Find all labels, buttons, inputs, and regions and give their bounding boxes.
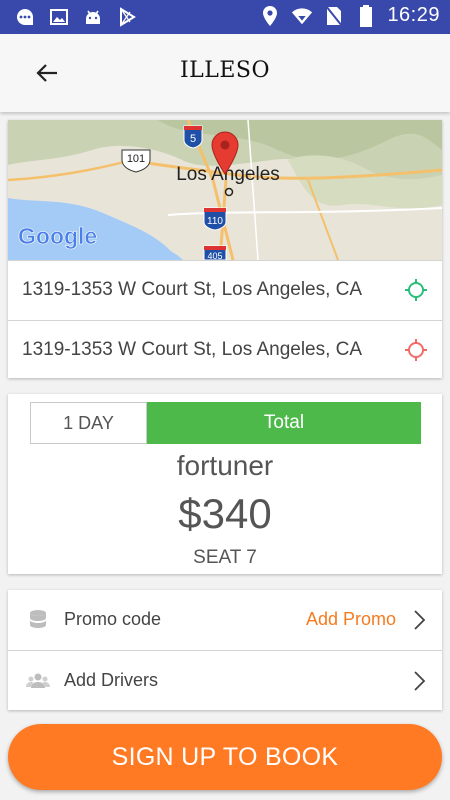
dropoff-location-row[interactable]: 1319-1353 W Court St, Los Angeles, CA [8,320,442,378]
battery-icon [355,4,377,27]
add-drivers-label: Add Drivers [64,670,159,690]
status-time: 16:29 [387,4,440,26]
add-promo-link[interactable]: Add Promo [306,609,396,630]
google-logo: Google [18,223,97,249]
chat-icon [14,6,36,28]
pickup-location-row[interactable]: 1319-1353 W Court St, Los Angeles, CA [8,260,442,318]
no-sim-icon [323,4,345,27]
dropoff-address: 1319-1353 W Court St, Los Angeles, CA [22,338,363,360]
highway-label-110: 110 [207,216,223,227]
map-view[interactable]: 101 5 110 405 Los Angeles Google [8,120,442,260]
location-icon [259,5,281,27]
gps-target-icon[interactable] [404,338,428,362]
tab-duration[interactable]: 1 DAY [30,402,147,444]
highway-label-5: 5 [190,133,196,145]
price-card: 1 DAY Total fortuner $340 SEAT 7 [8,394,442,574]
android-icon [82,6,104,28]
database-icon [30,610,46,628]
status-bar: 16:29 [0,0,450,34]
car-name: fortuner [176,450,274,481]
people-icon [26,673,50,688]
add-drivers-row[interactable]: Add Drivers [8,650,442,710]
app-bar: ILLESO [0,34,450,112]
chevron-right-icon [414,671,426,691]
options-card: Promo code Add Promo Add Drivers [8,590,442,710]
highway-label-101: 101 [127,153,145,165]
location-card: 101 5 110 405 Los Angeles Google 1319-13… [8,120,442,378]
play-store-icon [116,6,138,28]
chevron-right-icon [414,610,426,630]
sign-up-to-book-button[interactable]: SIGN UP TO BOOK [8,724,442,790]
pickup-address: 1319-1353 W Court St, Los Angeles, CA [22,278,363,300]
promo-code-row[interactable]: Promo code Add Promo [8,590,442,650]
highway-label-405: 405 [207,251,222,260]
gps-target-icon[interactable] [404,278,428,302]
price-value: $340 [178,490,272,537]
tab-total[interactable]: Total [147,402,421,444]
page-title: ILLESO [179,58,271,83]
image-icon [48,6,70,28]
wifi-icon [291,5,313,27]
seat-count: SEAT 7 [193,547,257,568]
promo-code-label: Promo code [64,609,162,629]
